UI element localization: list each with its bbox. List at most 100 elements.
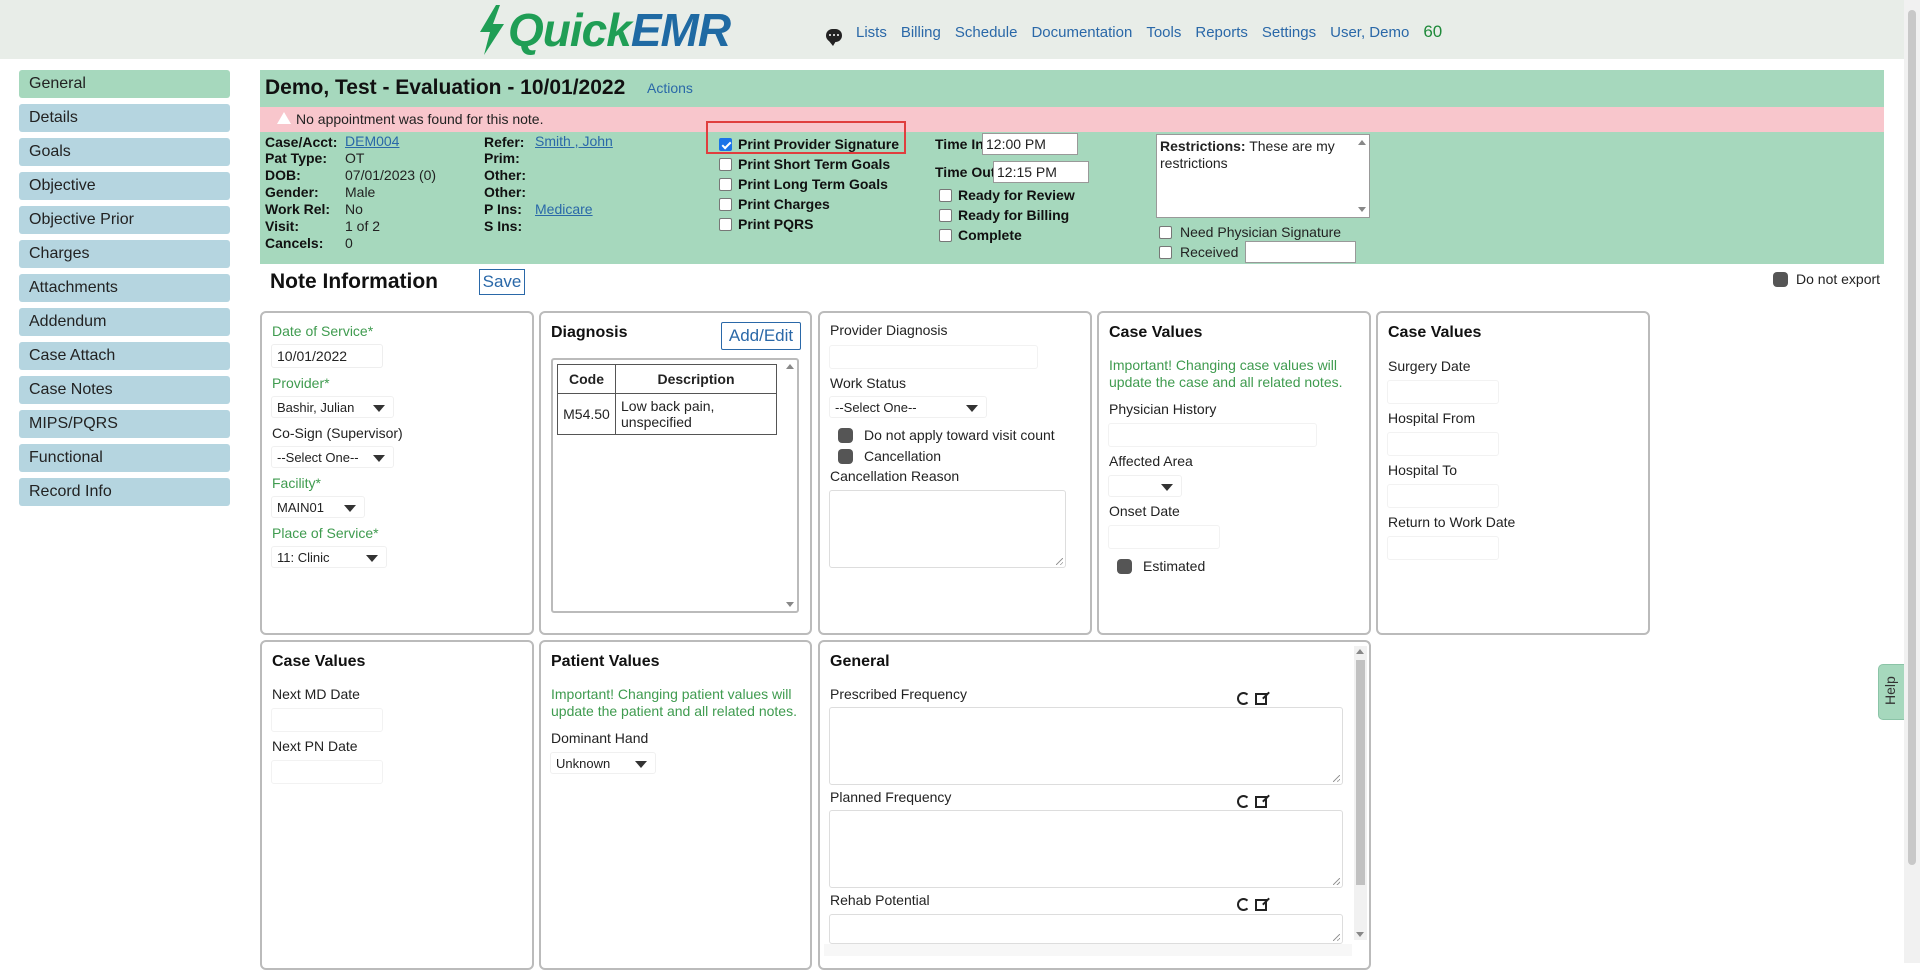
print-pqrs-checkbox[interactable] <box>719 217 732 231</box>
sidebar-item-goals[interactable]: Goals <box>19 138 230 166</box>
complete-checkbox[interactable] <box>939 228 952 242</box>
general-hscrollbar[interactable] <box>824 944 1352 956</box>
dominant-hand-select[interactable]: Unknown <box>550 752 656 774</box>
provider-diagnosis-input[interactable] <box>829 345 1038 369</box>
lightning-icon <box>480 5 504 55</box>
cosign-label: Co-Sign (Supervisor) <box>272 425 403 441</box>
scroll-down-icon[interactable] <box>786 602 794 607</box>
refresh-icon[interactable] <box>1237 795 1250 808</box>
return-to-work-input[interactable] <box>1387 536 1499 560</box>
physician-history-input[interactable] <box>1108 423 1317 447</box>
nav-tools[interactable]: Tools <box>1146 24 1181 41</box>
nav-lists[interactable]: Lists <box>856 24 887 41</box>
print-short-term-goals[interactable]: Print Short Term Goals <box>719 156 890 172</box>
add-edit-button[interactable]: Add/Edit <box>721 322 801 350</box>
nav-documentation[interactable]: Documentation <box>1031 24 1132 41</box>
page-scrollbar-thumb[interactable] <box>1908 10 1916 865</box>
edit-icon[interactable] <box>1255 796 1267 808</box>
refer-link[interactable]: Smith , John <box>535 133 613 149</box>
chat-icon[interactable] <box>826 28 842 46</box>
need-physician-signature[interactable]: Need Physician Signature <box>1159 224 1341 240</box>
do-not-export[interactable]: Do not export <box>1773 271 1880 287</box>
ready-for-billing-checkbox[interactable] <box>939 208 952 222</box>
edit-icon[interactable] <box>1255 693 1267 705</box>
provider-select[interactable]: Bashir, Julian <box>271 396 394 418</box>
quickemr-logo[interactable]: QuickEMR <box>476 4 731 56</box>
print-charges[interactable]: Print Charges <box>719 196 830 212</box>
pos-select[interactable]: 11: Clinic <box>271 546 387 568</box>
scroll-up-icon[interactable] <box>786 364 794 369</box>
time-out-input[interactable]: 12:15 PM <box>993 161 1089 183</box>
nav-settings[interactable]: Settings <box>1262 24 1316 41</box>
no-visit-count[interactable]: Do not apply toward visit count <box>838 427 1055 443</box>
print-charges-checkbox[interactable] <box>719 197 732 211</box>
affected-area-select[interactable] <box>1108 475 1182 497</box>
prescribed-frequency-textarea[interactable] <box>829 707 1343 785</box>
restrictions-textarea[interactable]: Restrictions: These are my restrictions <box>1156 134 1370 218</box>
surgery-date-input[interactable] <box>1387 380 1499 404</box>
hospital-from-input[interactable] <box>1387 432 1499 456</box>
table-row[interactable]: M54.50 Low back pain, unspecified <box>557 393 777 435</box>
sidebar-item-details[interactable]: Details <box>19 104 230 132</box>
help-tab[interactable]: Help <box>1878 664 1906 720</box>
nav-reports[interactable]: Reports <box>1195 24 1248 41</box>
cancellation-option[interactable]: Cancellation <box>838 448 941 464</box>
work-status-select[interactable]: --Select One-- <box>829 396 987 418</box>
sidebar-item-addendum[interactable]: Addendum <box>19 308 230 336</box>
refresh-icon[interactable] <box>1237 692 1250 705</box>
next-md-date-input[interactable] <box>271 708 383 732</box>
planned-frequency-textarea[interactable] <box>829 810 1343 888</box>
received-checkbox[interactable] <box>1159 245 1172 259</box>
print-pqrs[interactable]: Print PQRS <box>719 216 813 232</box>
time-in-input[interactable]: 12:00 PM <box>982 133 1078 155</box>
received-date-input[interactable] <box>1245 241 1356 263</box>
ready-for-review-checkbox[interactable] <box>939 188 952 202</box>
complete-option[interactable]: Complete <box>939 227 1022 243</box>
nav-user[interactable]: User, Demo <box>1330 24 1409 41</box>
cancellation-reason-textarea[interactable] <box>829 490 1066 568</box>
sidebar-item-attachments[interactable]: Attachments <box>19 274 230 302</box>
sidebar-item-case-notes[interactable]: Case Notes <box>19 376 230 404</box>
sidebar-item-functional[interactable]: Functional <box>19 444 230 472</box>
do-not-export-toggle[interactable] <box>1773 271 1788 287</box>
sidebar-item-objective[interactable]: Objective <box>19 172 230 200</box>
sidebar-item-objective-prior[interactable]: Objective Prior <box>19 206 230 234</box>
print-provider-signature[interactable]: Print Provider Signature <box>719 136 899 152</box>
nav-schedule[interactable]: Schedule <box>955 24 1018 41</box>
sidebar-item-charges[interactable]: Charges <box>19 240 230 268</box>
no-visit-count-toggle[interactable] <box>838 427 853 443</box>
nav-billing[interactable]: Billing <box>901 24 941 41</box>
need-physician-signature-checkbox[interactable] <box>1159 225 1172 239</box>
print-provider-signature-checkbox[interactable] <box>719 137 732 151</box>
dominant-hand-label: Dominant Hand <box>551 730 649 746</box>
cancellation-toggle[interactable] <box>838 448 853 464</box>
received-option[interactable]: Received <box>1159 244 1238 260</box>
print-long-term-goals-checkbox[interactable] <box>719 177 732 191</box>
pins-link[interactable]: Medicare <box>535 201 593 217</box>
print-short-term-goals-checkbox[interactable] <box>719 157 732 171</box>
restrictions-scrollbar[interactable] <box>1357 136 1368 216</box>
rehab-potential-textarea[interactable] <box>829 914 1343 944</box>
facility-select[interactable]: MAIN01 <box>271 496 365 518</box>
actions-link[interactable]: Actions <box>647 80 693 96</box>
print-long-term-goals[interactable]: Print Long Term Goals <box>719 176 888 192</box>
refresh-icon[interactable] <box>1237 898 1250 911</box>
sidebar-item-case-attach[interactable]: Case Attach <box>19 342 230 370</box>
sidebar-item-general[interactable]: General <box>19 70 230 98</box>
case-acct-link[interactable]: DEM004 <box>345 133 399 149</box>
sidebar-item-mips-pqrs[interactable]: MIPS/PQRS <box>19 410 230 438</box>
save-button[interactable]: Save <box>479 269 525 295</box>
dos-input[interactable]: 10/01/2022 <box>271 344 383 368</box>
ready-for-review[interactable]: Ready for Review <box>939 187 1075 203</box>
cosign-select[interactable]: --Select One-- <box>271 446 394 468</box>
edit-icon[interactable] <box>1255 899 1267 911</box>
estimated-option[interactable]: Estimated <box>1117 558 1205 574</box>
sidebar-item-record-info[interactable]: Record Info <box>19 478 230 506</box>
hospital-to-input[interactable] <box>1387 484 1499 508</box>
estimated-toggle[interactable] <box>1117 558 1132 574</box>
general-scrollbar[interactable] <box>1354 646 1367 940</box>
hospital-from-label: Hospital From <box>1388 410 1476 426</box>
onset-date-input[interactable] <box>1108 525 1220 549</box>
ready-for-billing[interactable]: Ready for Billing <box>939 207 1069 223</box>
next-pn-date-input[interactable] <box>271 760 383 784</box>
